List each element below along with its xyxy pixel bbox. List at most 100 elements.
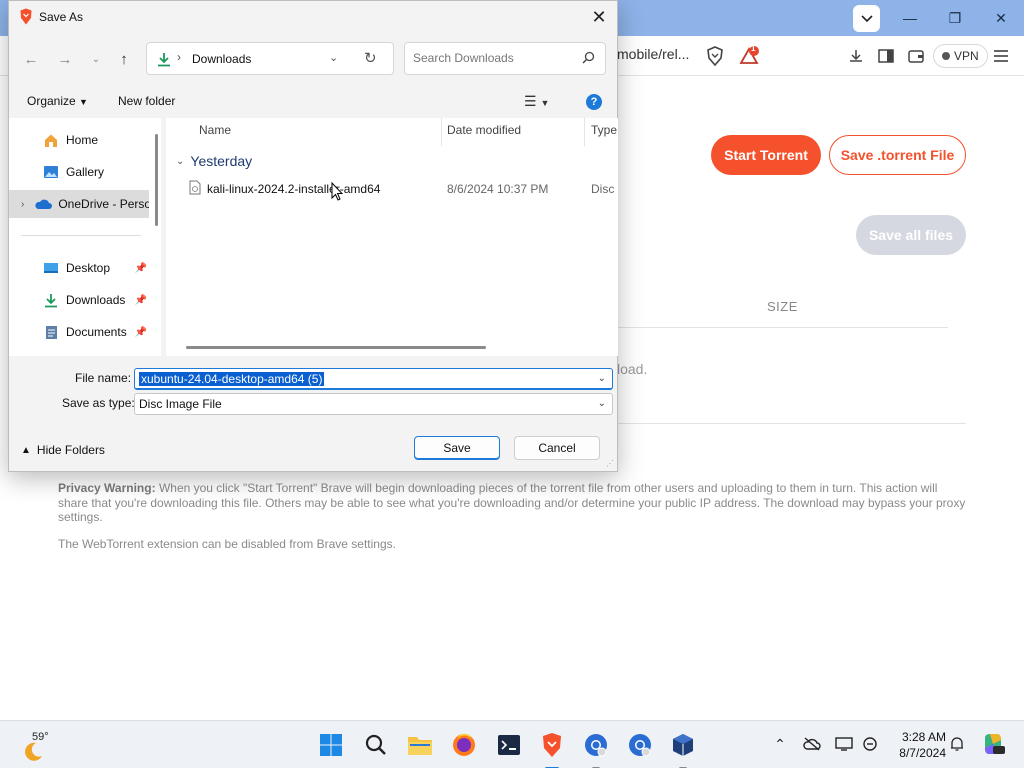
- moon-icon: [25, 742, 42, 761]
- nav-scrollbar[interactable]: [155, 134, 158, 226]
- brave-logo-icon: [20, 8, 32, 25]
- refresh-icon[interactable]: ↻: [364, 49, 377, 67]
- show-hidden-icons-chevron-icon[interactable]: ⌃: [769, 733, 791, 755]
- privacy-warning-label: Privacy Warning:: [58, 481, 156, 495]
- column-divider[interactable]: [584, 118, 585, 146]
- clock-time: 3:28 AM: [901, 730, 946, 744]
- file-name: kali-linux-2024.2-installer-amd64: [207, 182, 381, 196]
- gallery-icon: [42, 164, 60, 180]
- start-windows-icon[interactable]: [316, 730, 346, 760]
- extension-note: The WebTorrent extension can be disabled…: [58, 537, 396, 551]
- save-as-type-label: Save as type:: [62, 396, 135, 410]
- chevron-down-icon[interactable]: ⌄: [598, 373, 606, 384]
- view-options-icon[interactable]: ☰ ▼: [524, 93, 549, 110]
- nav-item-label: Downloads: [66, 293, 126, 307]
- terminal-icon[interactable]: [494, 730, 524, 760]
- chrome-profile-icon[interactable]: [625, 730, 655, 760]
- column-divider[interactable]: [441, 118, 442, 146]
- organize-menu[interactable]: Organize ▼: [27, 94, 88, 108]
- firefox-icon[interactable]: [449, 730, 479, 760]
- desktop-icon: [42, 260, 60, 276]
- save-as-type-select[interactable]: Disc Image File ⌄: [134, 393, 613, 415]
- chrome-profile-icon[interactable]: [581, 730, 611, 768]
- chevron-down-icon[interactable]: ⌄: [598, 398, 606, 409]
- rewards-badge: 1: [751, 44, 756, 53]
- menu-icon[interactable]: [990, 45, 1012, 67]
- nav-item-documents[interactable]: Documents 📌: [9, 318, 149, 346]
- new-folder-button[interactable]: New folder: [118, 94, 175, 108]
- column-header-name[interactable]: Name: [199, 123, 231, 137]
- battery-settings-icon[interactable]: [859, 733, 881, 755]
- start-torrent-button[interactable]: Start Torrent: [711, 135, 821, 175]
- documents-icon: [42, 324, 60, 340]
- file-date: 8/6/2024 10:37 PM: [447, 182, 549, 196]
- file-name-label: File name:: [75, 371, 132, 385]
- sidebar-icon[interactable]: [875, 45, 897, 67]
- nav-item-onedrive[interactable]: › OneDrive - Perso: [9, 190, 149, 218]
- brave-shields-icon[interactable]: [704, 45, 726, 67]
- address-bar[interactable]: › Downloads ⌄ ↻: [146, 42, 394, 75]
- address-dropdown-icon[interactable]: ⌄: [329, 51, 338, 64]
- close-window-icon[interactable]: ✕: [987, 6, 1015, 30]
- wallet-icon[interactable]: [905, 45, 927, 67]
- brave-browser-icon[interactable]: [537, 730, 567, 768]
- file-row[interactable]: kali-linux-2024.2-installer-amd64 8/6/20…: [186, 178, 618, 200]
- horizontal-scrollbar[interactable]: [186, 346, 486, 349]
- nav-item-label: Home: [66, 133, 99, 147]
- resize-grip-icon[interactable]: ⋰: [606, 459, 614, 468]
- search-icon[interactable]: [582, 51, 595, 64]
- display-icon[interactable]: [833, 733, 855, 755]
- save-torrent-file-button[interactable]: Save .torrent File: [829, 135, 966, 175]
- column-header-date[interactable]: Date modified: [447, 123, 521, 137]
- search-box[interactable]: [404, 42, 606, 75]
- nav-item-label: Desktop: [66, 261, 111, 275]
- cancel-button[interactable]: Cancel: [514, 436, 600, 460]
- notification-bell-icon[interactable]: [946, 733, 968, 755]
- up-arrow-icon[interactable]: ↑: [114, 49, 134, 69]
- forward-arrow-icon[interactable]: →: [55, 49, 75, 69]
- tab-search-chevron-icon[interactable]: [853, 5, 880, 32]
- collapse-chevron-icon: ⌄: [176, 155, 185, 167]
- virtualbox-icon[interactable]: [668, 730, 698, 768]
- close-icon[interactable]: ✕: [587, 5, 611, 29]
- search-input[interactable]: [413, 51, 573, 65]
- save-as-dialog: Save As ✕ ← → ⌄ ↑ › Downloads ⌄ ↻ Organi…: [8, 0, 618, 472]
- column-header-type[interactable]: Type: [591, 123, 617, 137]
- onedrive-sync-icon[interactable]: [801, 733, 823, 755]
- help-icon[interactable]: ?: [586, 94, 602, 110]
- weather-widget[interactable]: 59°: [20, 729, 60, 763]
- privacy-warning: Privacy Warning: When you click "Start T…: [58, 481, 968, 525]
- file-explorer-icon[interactable]: [405, 730, 435, 760]
- file-type: Disc I: [591, 182, 618, 196]
- vpn-button[interactable]: VPN: [933, 44, 988, 68]
- save-all-files-button[interactable]: Save all files: [856, 215, 966, 255]
- downloads-location-icon: [158, 53, 170, 67]
- vpn-status-icon: [942, 52, 950, 60]
- file-name-field[interactable]: xubuntu-24.04-desktop-amd64 (5) ⌄: [134, 368, 613, 390]
- table-divider: [600, 327, 948, 328]
- brave-rewards-icon[interactable]: 1: [738, 44, 760, 67]
- url-bar-text[interactable]: mobile/rel...: [617, 46, 689, 62]
- system-clock[interactable]: 3:28 AM 8/7/2024: [886, 729, 946, 761]
- hide-folders-toggle[interactable]: ▲ Hide Folders: [21, 443, 105, 457]
- table-divider: [600, 423, 966, 424]
- restore-icon[interactable]: ❐: [941, 6, 969, 30]
- minimize-icon[interactable]: —: [896, 6, 924, 30]
- group-header[interactable]: ⌄ Yesterday: [176, 153, 252, 169]
- expand-chevron-icon[interactable]: ›: [21, 199, 24, 210]
- nav-item-downloads[interactable]: Downloads 📌: [9, 286, 149, 314]
- save-button[interactable]: Save: [414, 436, 500, 460]
- copilot-icon[interactable]: [980, 733, 1006, 755]
- nav-item-gallery[interactable]: Gallery: [9, 158, 149, 186]
- recent-locations-chevron-icon[interactable]: ⌄: [86, 49, 106, 69]
- file-name-input[interactable]: xubuntu-24.04-desktop-amd64 (5): [139, 372, 325, 386]
- nav-item-desktop[interactable]: Desktop 📌: [9, 254, 149, 282]
- search-icon[interactable]: [361, 730, 391, 760]
- file-list-pane: ⌃ Name Date modified Type ⌄ Yesterday ka…: [166, 118, 618, 356]
- group-header-label: Yesterday: [190, 153, 253, 169]
- downloads-icon[interactable]: [845, 45, 867, 67]
- nav-item-home[interactable]: Home: [9, 126, 149, 154]
- breadcrumb[interactable]: Downloads: [192, 52, 251, 66]
- back-arrow-icon[interactable]: ←: [21, 49, 41, 69]
- hide-folders-label: Hide Folders: [36, 443, 105, 457]
